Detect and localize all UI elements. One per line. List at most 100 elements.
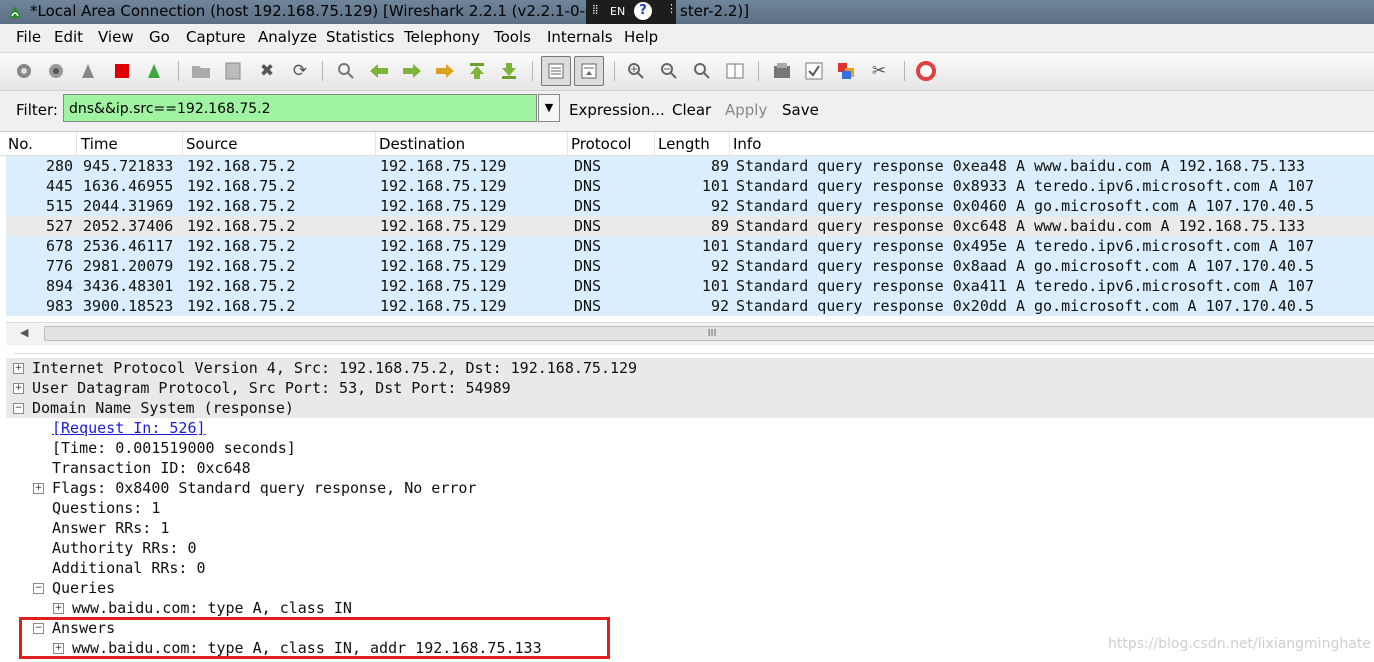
coloring-rules-icon[interactable] xyxy=(835,59,859,83)
menu-internals[interactable]: Internals xyxy=(547,28,613,46)
expand-icon[interactable]: + xyxy=(13,363,24,374)
capture-filters-icon[interactable] xyxy=(770,59,794,83)
toolbar-separator xyxy=(614,61,615,81)
last-packet-icon[interactable] xyxy=(497,59,521,83)
packet-row[interactable]: 894 3436.48301 192.168.75.2 192.168.75.129 D… xyxy=(6,276,1374,296)
goto-icon[interactable] xyxy=(433,59,457,83)
menu-go[interactable]: Go xyxy=(149,28,170,46)
collapse-icon[interactable]: − xyxy=(13,403,24,414)
help-icon[interactable] xyxy=(914,59,938,83)
first-packet-icon[interactable] xyxy=(465,59,489,83)
column-time[interactable]: Time xyxy=(81,135,118,153)
menu-bar: File Edit View Go Capture Analyze Statis… xyxy=(0,24,1374,53)
toolbar-separator xyxy=(758,61,759,81)
packet-list: 280 945.721833 192.168.75.2 192.168.75.129 D… xyxy=(6,156,1374,320)
packet-row[interactable]: 983 3900.18523 192.168.75.2 192.168.75.129 D… xyxy=(6,296,1374,316)
collapse-icon[interactable]: − xyxy=(33,583,44,594)
packet-row[interactable]: 678 2536.46117 192.168.75.2 192.168.75.129 D… xyxy=(6,236,1374,256)
restart-capture-icon[interactable] xyxy=(142,59,166,83)
packet-row[interactable]: 776 2981.20079 192.168.75.2 192.168.75.129 D… xyxy=(6,256,1374,276)
toolbar-separator xyxy=(532,61,533,81)
tree-item-ip[interactable]: + Internet Protocol Version 4, Src: 192.… xyxy=(6,358,1374,378)
packet-row[interactable]: 445 1636.46955 192.168.75.2 192.168.75.129 D… xyxy=(6,176,1374,196)
column-source[interactable]: Source xyxy=(186,135,238,153)
filter-label: Filter: xyxy=(16,101,58,119)
colorize-icon[interactable] xyxy=(541,56,571,86)
menu-file[interactable]: File xyxy=(16,28,41,46)
resize-columns-icon[interactable] xyxy=(723,59,747,83)
save-filter-button[interactable]: Save xyxy=(782,101,819,119)
tree-item-flags[interactable]: + Flags: 0x8400 Standard query response,… xyxy=(6,478,1374,498)
packet-row[interactable]: 515 2044.31969 192.168.75.2 192.168.75.129 D… xyxy=(6,196,1374,216)
expression-button[interactable]: Expression... xyxy=(569,101,665,119)
column-info[interactable]: Info xyxy=(733,135,761,153)
expand-icon[interactable]: + xyxy=(13,383,24,394)
menu-telephony[interactable]: Telephony xyxy=(404,28,480,46)
tree-item-request-in[interactable]: [Request In: 526] xyxy=(6,418,1374,438)
tree-item-transaction-id[interactable]: Transaction ID: 0xc648 xyxy=(6,458,1374,478)
clear-button[interactable]: Clear xyxy=(672,101,711,119)
menu-analyze[interactable]: Analyze xyxy=(258,28,317,46)
packet-details-pane: + Internet Protocol Version 4, Src: 192.… xyxy=(6,345,1374,662)
toolbar-separator xyxy=(178,61,179,81)
tree-item-authority-rrs[interactable]: Authority RRs: 0 xyxy=(6,538,1374,558)
zoom-out-icon[interactable] xyxy=(657,59,681,83)
column-no[interactable]: No. xyxy=(8,135,33,153)
back-icon[interactable] xyxy=(367,59,391,83)
menu-edit[interactable]: Edit xyxy=(54,28,83,46)
column-protocol[interactable]: Protocol xyxy=(571,135,631,153)
tree-item-questions[interactable]: Questions: 1 xyxy=(6,498,1374,518)
tree-item-additional-rrs[interactable]: Additional RRs: 0 xyxy=(6,558,1374,578)
tree-item-queries[interactable]: − Queries xyxy=(6,578,1374,598)
expand-icon[interactable]: + xyxy=(53,603,64,614)
toolbar-separator xyxy=(322,61,323,81)
display-filter-bar: Filter: dns&&ip.src==192.168.75.2 ▼ Expr… xyxy=(0,91,1374,132)
help-icon: ? xyxy=(634,2,652,20)
tree-item-answer-rrs[interactable]: Answer RRs: 1 xyxy=(6,518,1374,538)
find-icon[interactable] xyxy=(334,59,358,83)
save-file-icon[interactable] xyxy=(221,59,245,83)
menu-help[interactable]: Help xyxy=(624,28,658,46)
apply-button[interactable]: Apply xyxy=(725,101,767,119)
menu-capture[interactable]: Capture xyxy=(186,28,246,46)
main-toolbar: ✖ ⟳ ✂ xyxy=(0,53,1374,91)
scroll-left-icon[interactable]: ◀ xyxy=(20,326,28,339)
expand-icon[interactable]: + xyxy=(33,483,44,494)
watermark: https://blog.csdn.net/lixiangminghate xyxy=(1108,636,1371,652)
preferences-icon[interactable]: ✂ xyxy=(867,59,891,83)
truncated-ethernet-line xyxy=(14,345,1374,354)
zoom-normal-icon[interactable] xyxy=(690,59,714,83)
close-file-icon[interactable]: ✖ xyxy=(255,59,279,83)
menu-view[interactable]: View xyxy=(98,28,134,46)
reload-icon[interactable]: ⟳ xyxy=(288,59,312,83)
scroll-thumb[interactable]: III xyxy=(44,326,1374,341)
packet-row[interactable]: 280 945.721833 192.168.75.2 192.168.75.129 D… xyxy=(6,156,1374,176)
stop-capture-icon[interactable] xyxy=(110,59,134,83)
ime-indicator[interactable]: ⣿ EN ? ⋮ xyxy=(586,0,677,24)
forward-icon[interactable] xyxy=(400,59,424,83)
window-title-suffix: ster-2.2)] xyxy=(680,2,750,20)
column-destination[interactable]: Destination xyxy=(379,135,465,153)
tree-item-dns[interactable]: − Domain Name System (response) xyxy=(6,398,1374,418)
start-capture-icon[interactable] xyxy=(76,59,100,83)
tree-item-udp[interactable]: + User Datagram Protocol, Src Port: 53, … xyxy=(6,378,1374,398)
packet-list-hscrollbar[interactable]: ◀ III xyxy=(6,322,1374,345)
wireshark-logo-icon xyxy=(9,6,21,18)
packet-row-selected[interactable]: 527 2052.37406 192.168.75.2 192.168.75.129 D… xyxy=(6,216,1374,236)
autoscroll-icon[interactable] xyxy=(574,56,604,86)
packet-list-header: No. Time Source Destination Protocol Len… xyxy=(0,132,1374,156)
request-in-link[interactable]: [Request In: 526] xyxy=(52,419,206,437)
toolbar-separator xyxy=(904,61,905,81)
menu-statistics[interactable]: Statistics xyxy=(326,28,395,46)
chevron-down-icon[interactable]: ▼ xyxy=(538,94,560,122)
menu-tools[interactable]: Tools xyxy=(494,28,531,46)
open-file-icon[interactable] xyxy=(189,59,213,83)
tree-item-query-entry[interactable]: + www.baidu.com: type A, class IN xyxy=(6,598,1374,618)
display-filter-input[interactable]: dns&&ip.src==192.168.75.2 xyxy=(63,94,537,122)
column-length[interactable]: Length xyxy=(658,135,710,153)
interfaces-icon[interactable] xyxy=(12,59,36,83)
tree-item-time[interactable]: [Time: 0.001519000 seconds] xyxy=(6,438,1374,458)
options-icon[interactable] xyxy=(44,59,68,83)
display-filters-icon[interactable] xyxy=(802,59,826,83)
zoom-in-icon[interactable] xyxy=(624,59,648,83)
